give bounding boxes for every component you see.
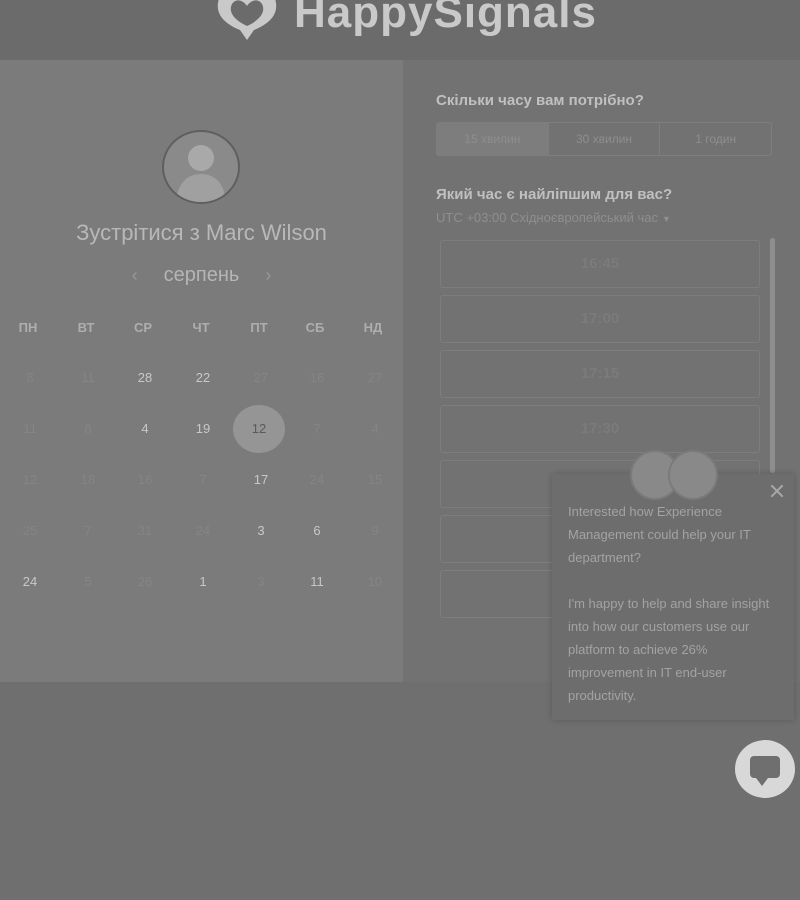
calendar-day: 5 — [84, 574, 92, 589]
weekday-header: ПН ВТ СР ЧТ ПТ СБ НД — [0, 320, 403, 340]
calendar-day[interactable]: 22 — [183, 358, 223, 398]
meeting-title: Зустрітися з Marc Wilson — [76, 220, 327, 245]
brand-name: HappySignals — [294, 0, 597, 37]
time-slot[interactable]: 17:30 — [440, 405, 760, 453]
agent-avatar — [668, 450, 718, 500]
calendar-day: 10 — [367, 574, 383, 589]
weekday-label: ЧТ — [192, 320, 210, 335]
calendar-day: 27 — [367, 370, 383, 385]
chat-message-line: Interested how Experience Management cou… — [568, 504, 751, 565]
selected-day[interactable]: 12 — [233, 405, 285, 453]
close-icon[interactable] — [770, 484, 784, 498]
chevron-right-icon[interactable]: › — [261, 265, 275, 286]
timezone-select[interactable]: UTC +03:00 Східноєвропейський час ▼ — [436, 210, 671, 225]
calendar-day[interactable]: 3 — [241, 511, 281, 551]
duration-option-60[interactable]: 1 годин — [659, 123, 771, 155]
heart-bubble-icon — [217, 0, 277, 40]
chat-message-line: I'm happy to help and share insight into… — [568, 596, 770, 703]
calendar-day: 7 — [84, 523, 92, 538]
chat-popup-message: Interested how Experience Management cou… — [568, 500, 780, 730]
duration-question: Скільки часу вам потрібно? — [436, 92, 644, 109]
calendar-day: 9 — [371, 523, 379, 538]
calendar-day: 24 — [195, 523, 211, 538]
calendar-day: 11 — [23, 421, 37, 436]
calendar-day[interactable]: 4 — [125, 409, 165, 449]
calendar-day: 12 — [22, 472, 38, 487]
calendar-day: 15 — [367, 472, 383, 487]
time-question: Який час є найліпшим для вас? — [436, 186, 673, 203]
time-slot[interactable]: 17:00 — [440, 295, 760, 343]
calendar-day[interactable]: 6 — [297, 511, 337, 551]
person-icon — [176, 145, 226, 202]
calendar-day[interactable]: 17 — [241, 460, 281, 500]
calendar-day: 25 — [22, 523, 38, 538]
calendar-day: 18 — [80, 472, 96, 487]
weekday-label: ВТ — [77, 320, 95, 335]
calendar-day: 16 — [137, 472, 153, 487]
calendar-day: 8 — [84, 421, 92, 436]
calendar-day: 3 — [257, 574, 265, 589]
calendar-day: 27 — [253, 370, 269, 385]
weekday-label: НД — [363, 320, 383, 335]
calendar-day[interactable]: 24 — [10, 562, 50, 602]
calendar-day: 7 — [313, 421, 321, 436]
time-slot[interactable]: 17:15 — [440, 350, 760, 398]
weekday-label: СР — [133, 320, 153, 335]
brand-logo[interactable]: HappySignals — [210, 0, 597, 44]
host-avatar — [162, 130, 240, 204]
caret-down-icon: ▼ — [661, 214, 671, 224]
timezone-label: UTC +03:00 Східноєвропейський час — [436, 210, 658, 225]
time-slot[interactable]: 16:45 — [440, 240, 760, 288]
duration-option-15[interactable]: 15 хвилин — [437, 123, 548, 155]
calendar-day: 11 — [81, 370, 95, 385]
calendar-day: 8 — [26, 370, 34, 385]
weekday-label: ПТ — [250, 320, 268, 335]
month-navigator: ‹ серпень › — [0, 264, 403, 287]
chat-bubble-icon — [750, 756, 780, 786]
calendar-day[interactable]: 1 — [183, 562, 223, 602]
calendar-day: 31 — [137, 523, 153, 538]
slot-scrollbar[interactable] — [770, 238, 775, 473]
header-bar: HappySignals — [0, 0, 800, 60]
calendar-day: 4 — [371, 421, 379, 436]
calendar-day: 16 — [309, 370, 325, 385]
weekday-label: ПН — [18, 320, 38, 335]
calendar-day[interactable]: 19 — [183, 409, 223, 449]
duration-selector: 15 хвилин 30 хвилин 1 годин — [436, 122, 772, 156]
weekday-label: СБ — [305, 320, 325, 335]
month-label: серпень — [163, 264, 240, 286]
calendar-day[interactable]: 11 — [297, 562, 337, 602]
calendar-day: 24 — [309, 472, 325, 487]
calendar-day: 7 — [199, 472, 207, 487]
calendar-day[interactable]: 28 — [125, 358, 165, 398]
duration-option-30[interactable]: 30 хвилин — [547, 123, 660, 155]
agent-avatars — [630, 450, 720, 500]
calendar-day: 26 — [137, 574, 153, 589]
chevron-left-icon[interactable]: ‹ — [128, 265, 142, 286]
